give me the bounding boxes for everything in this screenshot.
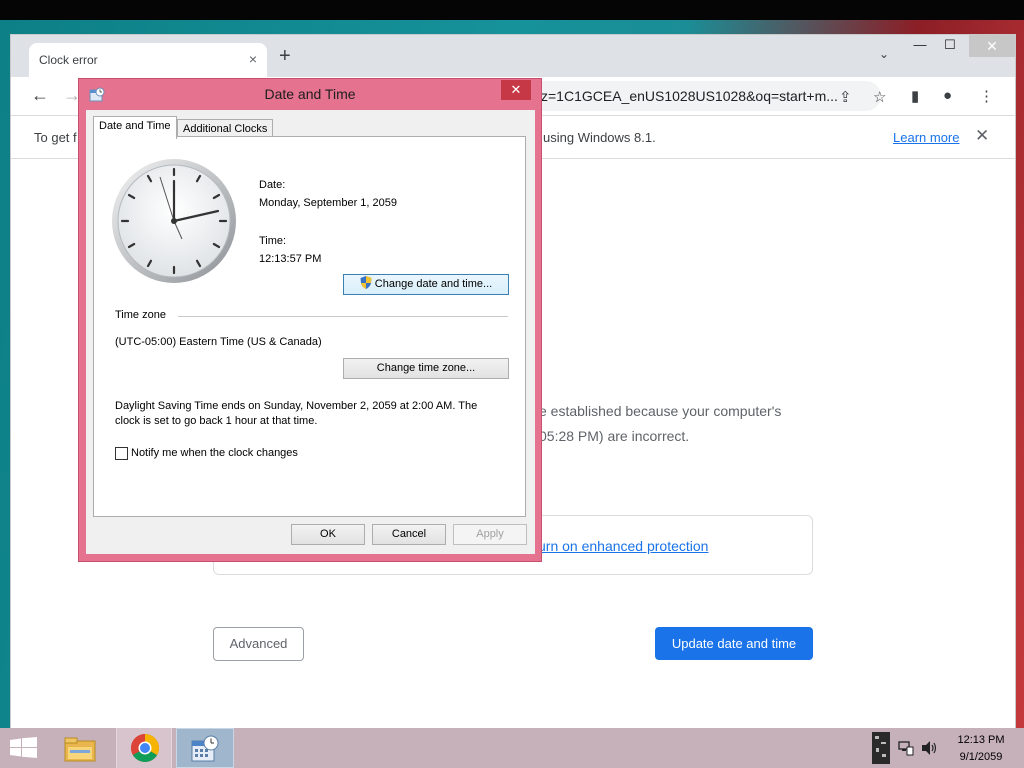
- side-panel-icon[interactable]: ▮: [911, 87, 919, 105]
- taskbar: 12:13 PM 9/1/2059: [0, 728, 1024, 768]
- infobar-text-right: using Windows 8.1.: [543, 130, 656, 145]
- change-time-zone-button[interactable]: Change time zone...: [343, 358, 509, 379]
- windows-start-icon[interactable]: [10, 737, 38, 759]
- notify-label[interactable]: Notify me when the clock changes: [131, 447, 298, 459]
- dialog-body: Date and Time Additional Clocks Date: Mo…: [86, 110, 535, 554]
- volume-icon[interactable]: [921, 740, 939, 756]
- dialog-tabs: Date and Time Additional Clocks: [86, 116, 535, 139]
- taskbar-clock-date[interactable]: 9/1/2059: [950, 751, 1012, 763]
- error-text-line2: 05:28 PM) are incorrect.: [539, 428, 690, 444]
- advanced-button[interactable]: Advanced: [213, 627, 304, 661]
- calendar-clock-icon: [191, 735, 219, 762]
- infobar-text-left: To get f: [34, 130, 77, 145]
- timezone-divider: [178, 316, 508, 317]
- network-icon[interactable]: [898, 740, 914, 756]
- date-label: Date:: [259, 179, 286, 191]
- tab-clock-error[interactable]: Clock error ×: [29, 43, 267, 77]
- notify-checkbox[interactable]: [115, 447, 128, 460]
- tab-bar: Clock error × + ⌄ — ☐ ✕: [11, 35, 1015, 77]
- error-text-line1: e established because your computer's: [539, 403, 782, 419]
- profile-avatar-icon[interactable]: ●: [943, 87, 952, 104]
- cancel-button[interactable]: Cancel: [372, 524, 446, 545]
- tab-date-and-time[interactable]: Date and Time: [93, 116, 177, 139]
- time-label: Time:: [259, 235, 287, 247]
- ok-button[interactable]: OK: [291, 524, 365, 545]
- change-date-time-button[interactable]: Change date and time...: [343, 274, 509, 295]
- timezone-header: Time zone: [115, 309, 166, 321]
- infobar-close-icon[interactable]: ✕: [975, 126, 989, 146]
- timezone-value: (UTC-05:00) Eastern Time (US & Canada): [115, 336, 322, 348]
- dialog-close-icon[interactable]: ✕: [501, 80, 531, 100]
- learn-more-link[interactable]: Learn more: [893, 130, 959, 145]
- apply-button[interactable]: Apply: [453, 524, 527, 545]
- tab-title: Clock error: [39, 53, 98, 67]
- uac-shield-icon: [360, 276, 372, 289]
- analog-clock: [112, 159, 236, 283]
- date-value: Monday, September 1, 2059: [259, 197, 397, 209]
- url-text: z=1C1GCEA_enUS1028US1028&oq=start+m...: [541, 88, 838, 104]
- desktop-top-strip: [0, 0, 1024, 20]
- dst-text-line2: clock is set to go back 1 hour at that t…: [115, 415, 318, 427]
- change-date-time-label: Change date and time...: [374, 278, 493, 290]
- share-icon[interactable]: ⇪: [839, 88, 852, 106]
- noise-artifact-icon: [872, 732, 890, 764]
- tab-search-icon[interactable]: ⌄: [879, 47, 889, 61]
- enhanced-protection-link[interactable]: urn on enhanced protection: [538, 538, 708, 554]
- minimize-icon[interactable]: —: [905, 37, 935, 52]
- date-time-taskbar-button[interactable]: [176, 728, 234, 768]
- date-time-panel: Date: Monday, September 1, 2059 Time: 12…: [93, 136, 526, 517]
- chrome-taskbar-button[interactable]: [116, 728, 172, 768]
- back-arrow-icon[interactable]: ←: [31, 85, 49, 106]
- dialog-title: Date and Time: [264, 86, 356, 102]
- menu-kebab-icon[interactable]: ⋮: [979, 87, 994, 105]
- new-tab-button[interactable]: +: [279, 45, 291, 68]
- taskbar-clock-time[interactable]: 12:13 PM: [950, 734, 1012, 746]
- chrome-icon: [131, 734, 159, 762]
- tab-close-icon[interactable]: ×: [249, 51, 257, 67]
- update-date-time-button[interactable]: Update date and time: [655, 627, 813, 660]
- bookmark-star-icon[interactable]: ☆: [873, 88, 886, 106]
- date-time-dialog: Date and Time ✕ Date and Time Additional…: [78, 78, 542, 562]
- time-value: 12:13:57 PM: [259, 253, 322, 265]
- file-explorer-icon[interactable]: [62, 734, 98, 764]
- window-close-icon[interactable]: ✕: [969, 35, 1015, 57]
- maximize-icon[interactable]: ☐: [935, 37, 965, 53]
- dst-text-line1: Daylight Saving Time ends on Sunday, Nov…: [115, 400, 478, 412]
